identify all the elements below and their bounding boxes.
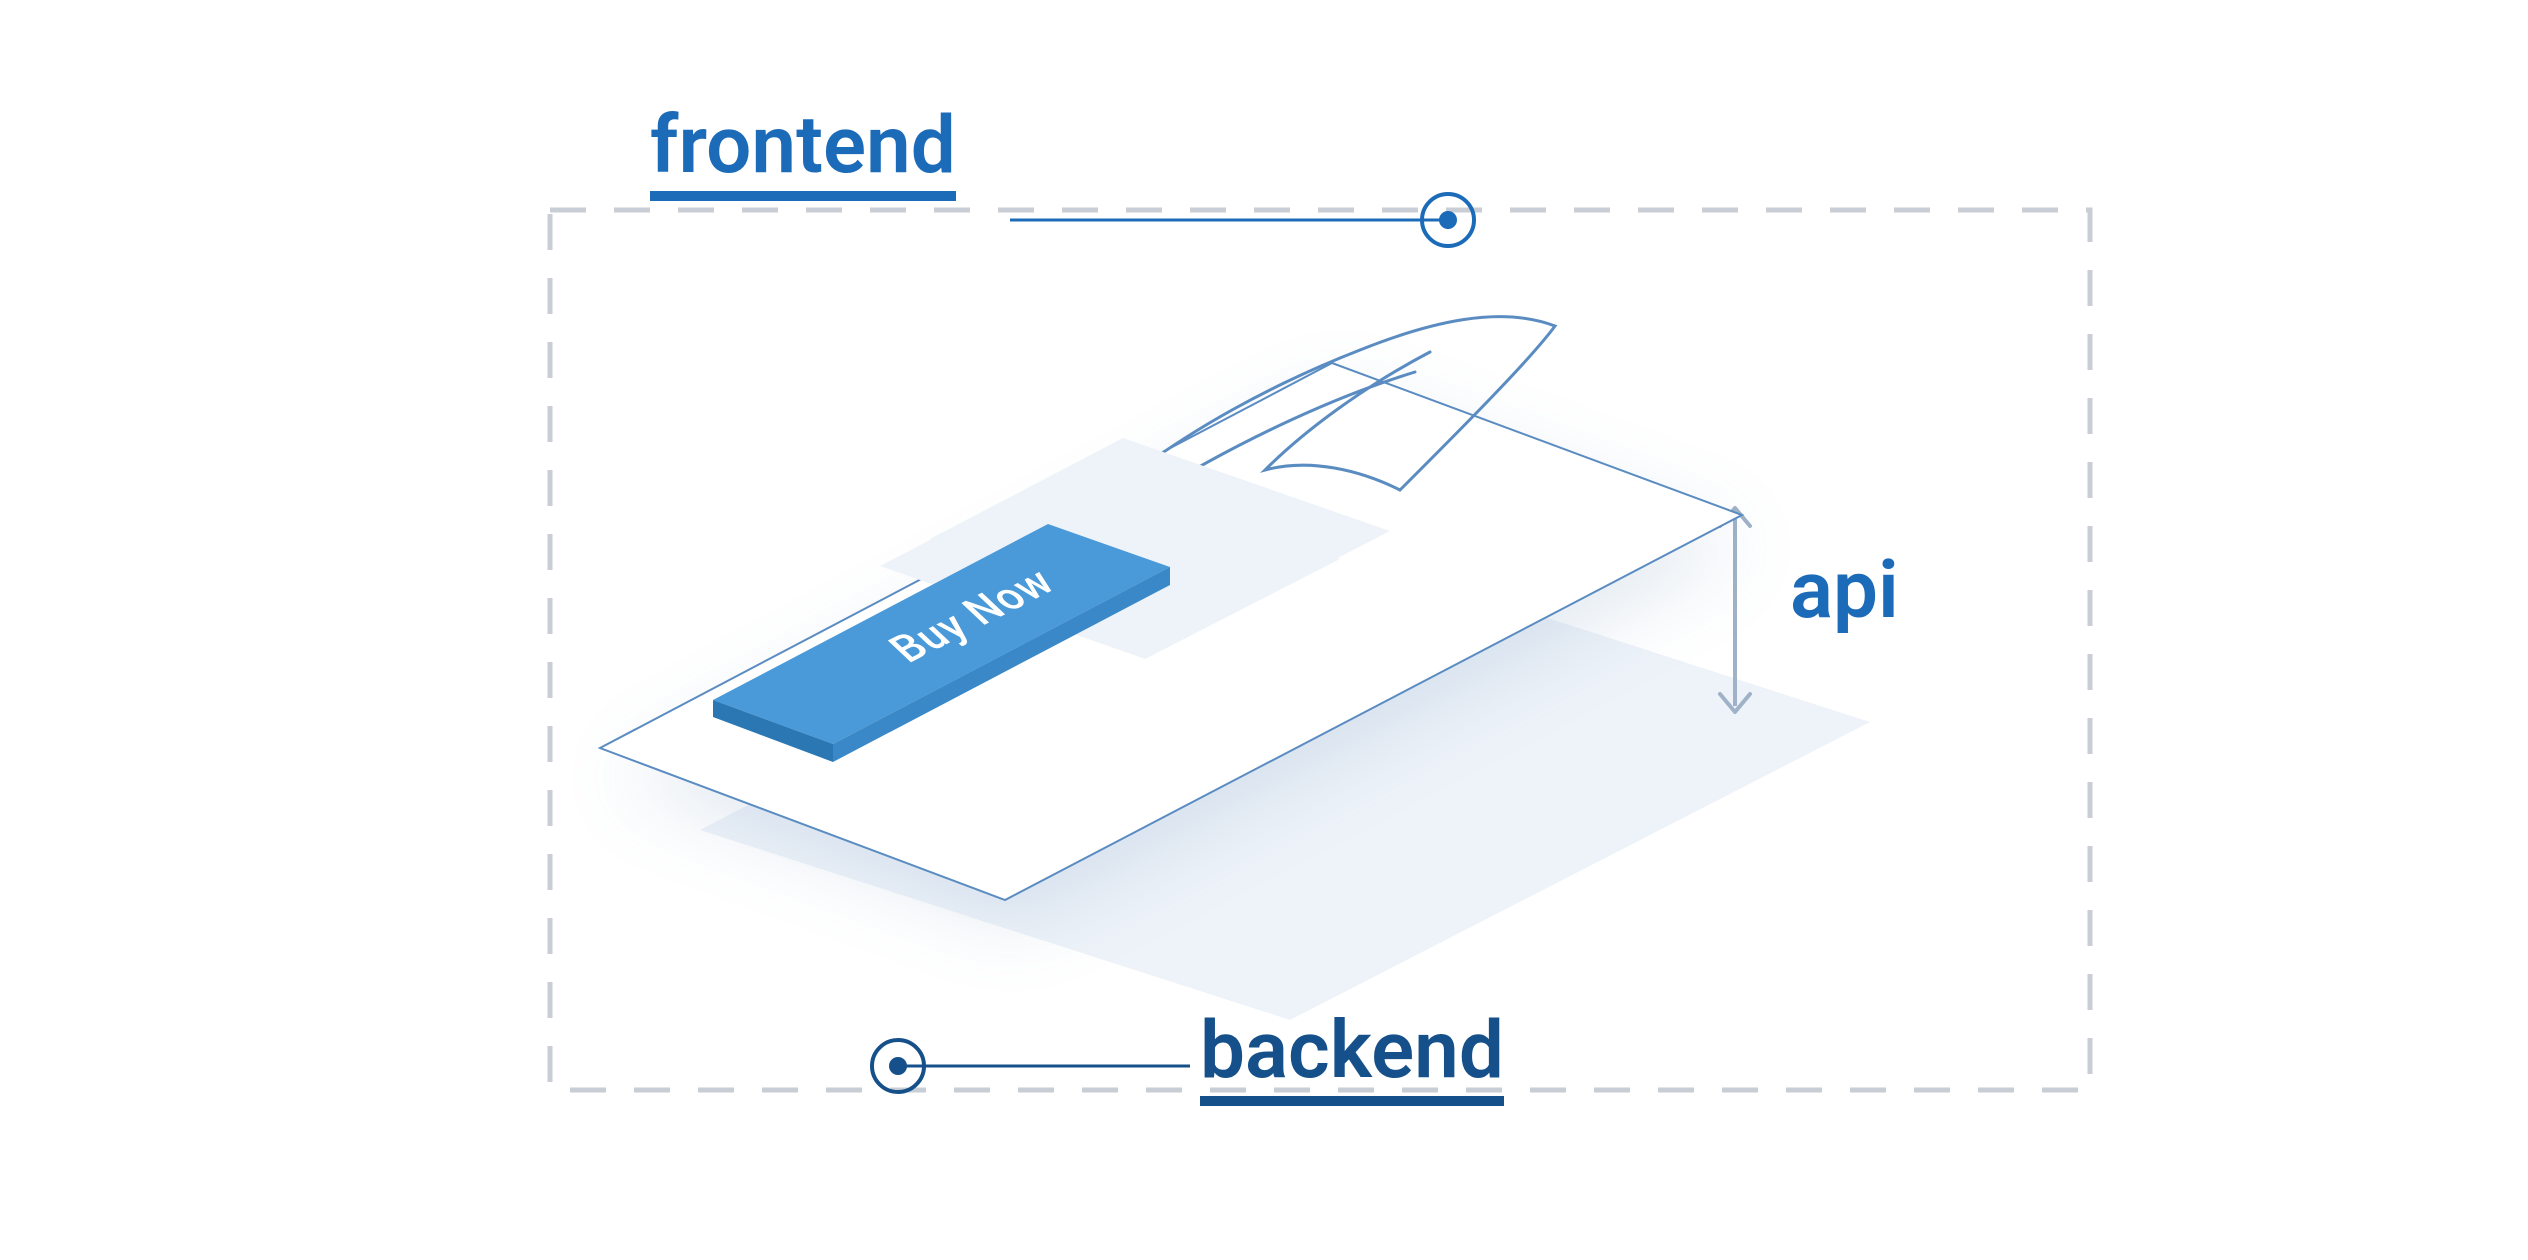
label-api: api: [1790, 550, 1899, 630]
frontend-leader: [1010, 194, 1474, 246]
label-backend: backend: [1200, 1010, 1504, 1106]
backend-leader: [872, 1040, 1190, 1092]
label-frontend: frontend: [650, 105, 956, 201]
architecture-diagram: frontend api backend Buy Now: [0, 0, 2528, 1260]
